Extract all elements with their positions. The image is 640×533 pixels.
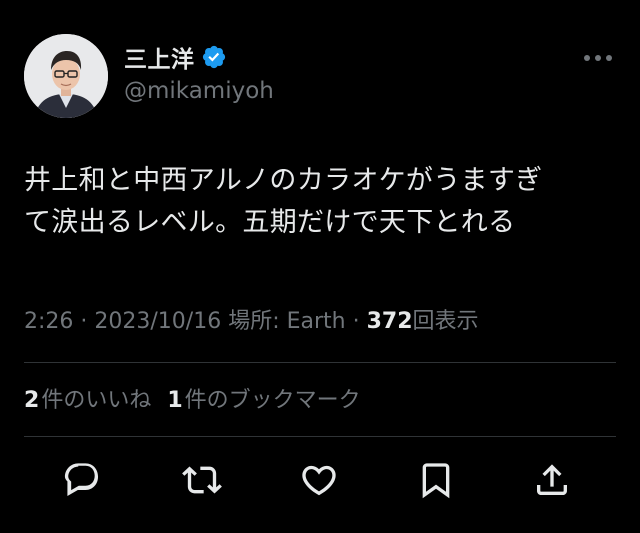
reply-icon bbox=[64, 463, 99, 496]
avatar[interactable] bbox=[24, 34, 108, 118]
likes-count: 2 bbox=[24, 388, 40, 413]
meta-separator: · bbox=[73, 309, 95, 334]
display-name[interactable]: 三上洋 bbox=[124, 40, 195, 74]
display-name-row: 三上洋 bbox=[124, 40, 274, 74]
meta-separator: · bbox=[345, 309, 367, 334]
more-options-icon[interactable] bbox=[584, 46, 612, 70]
divider bbox=[24, 362, 616, 363]
reply-button[interactable] bbox=[58, 456, 106, 504]
divider bbox=[24, 436, 616, 437]
bookmark-button[interactable] bbox=[412, 456, 460, 504]
bookmarks-label: 件のブックマーク bbox=[184, 388, 361, 413]
retweet-icon bbox=[182, 466, 222, 494]
author-handle[interactable]: @mikamiyoh bbox=[124, 78, 274, 104]
tweet-header: 三上洋 @mikamiyoh bbox=[24, 32, 616, 120]
bookmark-icon bbox=[422, 463, 450, 499]
tweet-meta: 2:26 · 2023/10/16 場所: Earth · 372回表示 bbox=[24, 303, 479, 335]
like-heart-icon bbox=[302, 465, 336, 496]
share-button[interactable] bbox=[528, 456, 576, 504]
tweet-date[interactable]: 2023/10/16 bbox=[94, 309, 221, 334]
retweet-button[interactable] bbox=[178, 456, 226, 504]
more-dot bbox=[584, 55, 590, 61]
likes-stat[interactable]: 2件のいいね bbox=[24, 382, 151, 414]
views-count: 372 bbox=[366, 309, 413, 334]
more-dot bbox=[595, 55, 601, 61]
bookmarks-stat[interactable]: 1件のブックマーク bbox=[167, 382, 360, 414]
tweet-location: 場所: Earth bbox=[221, 309, 346, 334]
tweet-time[interactable]: 2:26 bbox=[24, 309, 73, 334]
verified-badge-icon[interactable] bbox=[201, 44, 227, 70]
tweet-text: 井上和と中西アルノのカラオケがうますぎ て涙出るレベル。五期だけで天下とれる bbox=[24, 165, 543, 238]
share-icon bbox=[537, 464, 567, 495]
tweet-stats: 2件のいいね 1件のブックマーク bbox=[24, 382, 361, 414]
author-names: 三上洋 @mikamiyoh bbox=[124, 40, 274, 104]
views-label: 回表示 bbox=[412, 309, 479, 334]
bookmarks-count: 1 bbox=[167, 388, 183, 413]
more-dot bbox=[606, 55, 612, 61]
likes-label: 件のいいね bbox=[41, 388, 152, 413]
action-bar bbox=[24, 456, 616, 504]
like-button[interactable] bbox=[295, 456, 343, 504]
